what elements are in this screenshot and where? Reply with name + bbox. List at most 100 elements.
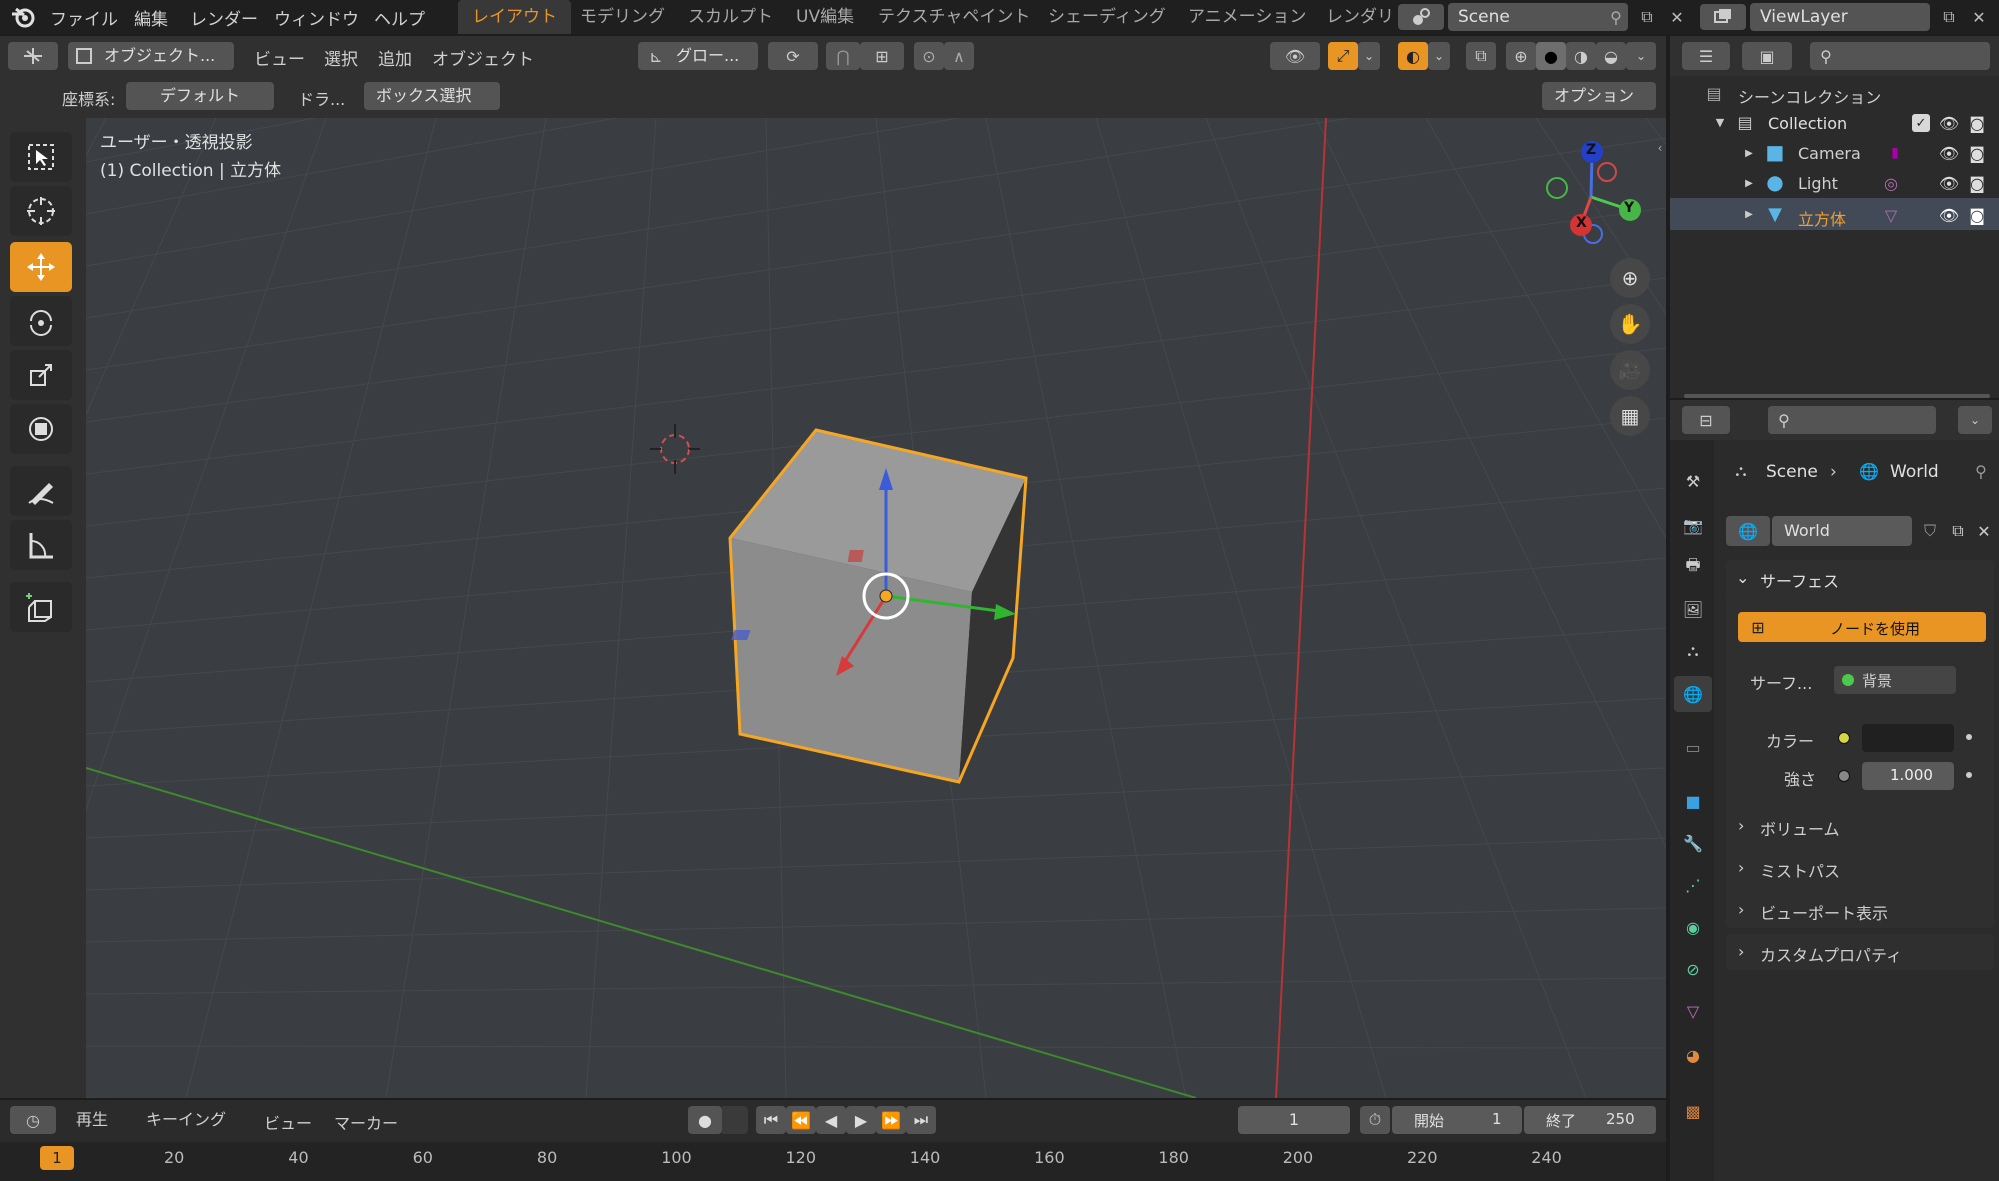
select-menu[interactable]: 選択 xyxy=(324,45,358,70)
prev-keyframe-icon[interactable]: ⏪ xyxy=(786,1106,816,1134)
tab-rendering[interactable]: レンダリ xyxy=(1312,0,1408,34)
object-tab-icon[interactable]: ■ xyxy=(1678,786,1708,816)
outliner-search-input[interactable] xyxy=(1810,42,1990,70)
tab-layout[interactable]: レイアウト xyxy=(458,0,571,34)
record-icon[interactable]: ● xyxy=(688,1106,722,1134)
display-mode-icon[interactable]: ▣ xyxy=(1742,42,1792,70)
timeline-editor-icon[interactable]: ◷ xyxy=(10,1106,56,1134)
navigation-gizmo[interactable]: Z Y X xyxy=(1526,132,1656,262)
material-shading-icon[interactable]: ◑ xyxy=(1566,42,1596,70)
camera-visibility-icon[interactable]: 👁 xyxy=(1938,142,1960,164)
light-render-icon[interactable]: ◙ xyxy=(1966,172,1988,194)
constraints-tab-icon[interactable]: ⊘ xyxy=(1678,954,1708,984)
expand-light-icon[interactable]: ▶ xyxy=(1742,176,1756,190)
collection-tab-icon[interactable]: ▭ xyxy=(1678,732,1708,762)
snap-target-icon[interactable]: ⊞ xyxy=(860,42,904,70)
outliner-item-light[interactable]: Light xyxy=(1798,174,1838,193)
properties-editor-icon[interactable]: ⊟ xyxy=(1682,406,1730,434)
texture-tab-icon[interactable]: ▩ xyxy=(1678,1096,1708,1126)
scene-name-field[interactable]: Scene xyxy=(1448,3,1628,31)
xray-toggle-icon[interactable]: ⧉ xyxy=(1466,42,1496,70)
falloff-icon[interactable]: ∧ xyxy=(944,42,974,70)
end-frame-field[interactable] xyxy=(1524,1106,1656,1134)
collection-checkbox[interactable]: ✓ xyxy=(1912,114,1930,132)
modifier-tab-icon[interactable]: 🔧 xyxy=(1678,828,1708,858)
coord-system-dropdown[interactable]: デフォルト xyxy=(126,82,274,110)
cube-object[interactable] xyxy=(86,118,1666,1098)
object-menu[interactable]: オブジェクト xyxy=(432,45,534,70)
pivot-point-icon[interactable]: ⟳ xyxy=(768,42,818,70)
menu-edit[interactable]: 編集 xyxy=(134,5,168,30)
overlay-dropdown-icon[interactable]: ⌄ xyxy=(1428,42,1450,70)
breadcrumb-world[interactable]: World xyxy=(1890,462,1939,482)
add-cube-tool-icon[interactable] xyxy=(10,582,72,632)
delete-scene-icon[interactable]: ✕ xyxy=(1664,4,1690,30)
tab-modeling[interactable]: モデリング xyxy=(566,0,679,34)
cursor-tool-icon[interactable] xyxy=(10,186,72,236)
camera-data-icon[interactable]: ▮ xyxy=(1886,142,1904,164)
tab-sculpt[interactable]: スカルプト xyxy=(674,0,787,34)
pan-hand-icon[interactable]: ✋ xyxy=(1610,304,1650,344)
render-tab-icon[interactable]: 📷 xyxy=(1678,510,1708,540)
auto-keying-options-icon[interactable] xyxy=(722,1106,748,1134)
play-reverse-icon[interactable]: ◀ xyxy=(816,1106,846,1134)
physics-tab-icon[interactable]: ◉ xyxy=(1678,912,1708,942)
breadcrumb-scene[interactable]: Scene xyxy=(1766,462,1818,482)
camera-view-icon[interactable]: 🎥 xyxy=(1610,350,1650,390)
new-viewlayer-icon[interactable]: ⧉ xyxy=(1936,4,1962,30)
view-layer-tab-icon[interactable]: 🖼 xyxy=(1678,594,1708,624)
overlay-toggle-icon[interactable]: ◐ xyxy=(1398,42,1428,70)
data-tab-icon[interactable]: ▽ xyxy=(1678,996,1708,1026)
add-menu[interactable]: 追加 xyxy=(378,45,412,70)
unlink-world-icon[interactable]: ✕ xyxy=(1972,518,1996,544)
tab-uv-editing[interactable]: UV編集 xyxy=(782,0,868,34)
marker-menu[interactable]: マーカー xyxy=(334,1110,398,1134)
3d-viewport[interactable]: ユーザー・透視投影 (1) Collection | 立方体 Z Y X ⊕ ✋… xyxy=(86,118,1666,1098)
zoom-icon[interactable]: ⊕ xyxy=(1610,258,1650,298)
keying-menu[interactable]: キーイング xyxy=(142,1106,246,1134)
tab-texture-paint[interactable]: テクスチャペイント xyxy=(864,0,1044,34)
gizmo-dropdown-icon[interactable]: ⌄ xyxy=(1358,42,1380,70)
properties-pin-icon[interactable]: ⚲ xyxy=(1970,460,1992,482)
fake-user-icon[interactable]: ⛉ xyxy=(1918,518,1942,544)
drag-select-dropdown[interactable]: ボックス選択 xyxy=(364,82,500,110)
start-frame-field[interactable] xyxy=(1392,1106,1522,1134)
cube-render-icon[interactable]: ◙ xyxy=(1966,204,1988,226)
outliner-scene-collection[interactable]: シーンコレクション xyxy=(1738,84,1881,108)
move-tool-icon[interactable] xyxy=(10,242,72,292)
timeline-view-menu[interactable]: ビュー xyxy=(264,1110,312,1134)
jump-start-icon[interactable]: ⏮ xyxy=(756,1106,786,1134)
blender-logo-icon[interactable] xyxy=(6,3,40,31)
playhead-frame-marker[interactable]: 1 xyxy=(40,1146,74,1170)
collection-visibility-icon[interactable]: 👁 xyxy=(1938,112,1960,134)
world-tab-icon[interactable]: 🌐 xyxy=(1674,676,1712,712)
color-keyframe-dot[interactable] xyxy=(1966,734,1972,740)
sidebar-toggle-icon[interactable]: ‹ xyxy=(1654,138,1666,158)
select-box-tool-icon[interactable] xyxy=(10,132,72,182)
rendered-shading-icon[interactable]: ◒ xyxy=(1596,42,1626,70)
wireframe-shading-icon[interactable]: ⊕ xyxy=(1506,42,1536,70)
playback-menu[interactable]: 再生 xyxy=(70,1106,132,1134)
new-scene-icon[interactable]: ⧉ xyxy=(1634,4,1660,30)
transform-tool-icon[interactable] xyxy=(10,404,72,454)
scale-tool-icon[interactable] xyxy=(10,350,72,400)
scene-tab-icon[interactable]: ⛬ xyxy=(1678,636,1708,666)
outliner-scrollbar[interactable] xyxy=(1684,394,1990,398)
world-name-field[interactable]: World xyxy=(1772,516,1912,546)
annotate-tool-icon[interactable] xyxy=(10,466,72,516)
gizmo-toggle-icon[interactable]: ⤢ xyxy=(1328,42,1358,70)
next-keyframe-icon[interactable]: ⏩ xyxy=(876,1106,906,1134)
outliner-collection[interactable]: Collection xyxy=(1768,114,1847,133)
measure-tool-icon[interactable] xyxy=(10,520,72,570)
pin-icon[interactable]: ⚲ xyxy=(1604,4,1628,30)
jump-end-icon[interactable]: ⏭ xyxy=(906,1106,936,1134)
properties-options-icon[interactable]: ⌄ xyxy=(1958,406,1992,434)
outliner-item-cube[interactable]: 立方体 xyxy=(1798,206,1846,230)
outliner-item-camera[interactable]: Camera xyxy=(1798,144,1861,163)
proportional-edit-icon[interactable]: ⊙ xyxy=(914,42,944,70)
expand-cube-icon[interactable]: ▶ xyxy=(1742,207,1756,221)
menu-file[interactable]: ファイル xyxy=(50,5,118,30)
preview-range-icon[interactable]: ⏱ xyxy=(1360,1106,1390,1134)
light-data-icon[interactable]: ◎ xyxy=(1880,172,1902,194)
rotate-tool-icon[interactable] xyxy=(10,296,72,346)
